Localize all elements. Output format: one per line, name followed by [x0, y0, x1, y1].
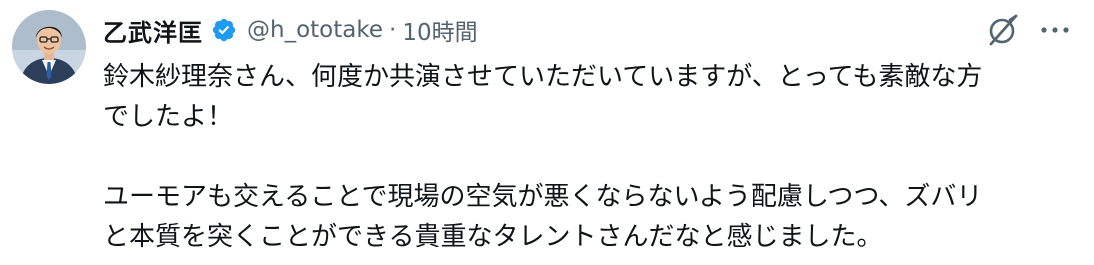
author-handle[interactable]: @h_ototake [247, 17, 383, 43]
tweet-actions [986, 10, 1070, 50]
author-name[interactable]: 乙武洋匡 [103, 13, 203, 48]
verified-badge-icon [211, 17, 237, 43]
tweet-text-line: 鈴木紗理奈さん、何度か共演させていただいていますが、とっても素敵な方 [103, 62, 983, 92]
tweet-text-line: ユーモアも交えることで現場の空気が悪くならないよう配慮しつつ、ズバリ [103, 182, 983, 212]
more-options-icon[interactable] [1040, 25, 1070, 35]
tweet-text-line: と本質を突くことができる貴重なタレントさんだなと感じました。 [103, 222, 883, 252]
avatar-photo [12, 10, 86, 84]
tweet-timestamp[interactable]: 10時間 [402, 13, 477, 47]
tweet: 乙武洋匡 @h_ototake · 10時間 鈴木紗理奈さん、何度か共演させてい… [0, 0, 1094, 265]
tweet-text-line: でしたよ！ [103, 102, 234, 132]
separator-dot: · [389, 17, 397, 43]
tweet-header: 乙武洋匡 @h_ototake · 10時間 [103, 10, 478, 50]
avatar[interactable] [12, 10, 86, 84]
grok-icon[interactable] [986, 13, 1020, 47]
tweet-text: 鈴木紗理奈さん、何度か共演させていただいていますが、とっても素敵な方 でしたよ！… [103, 57, 1073, 257]
